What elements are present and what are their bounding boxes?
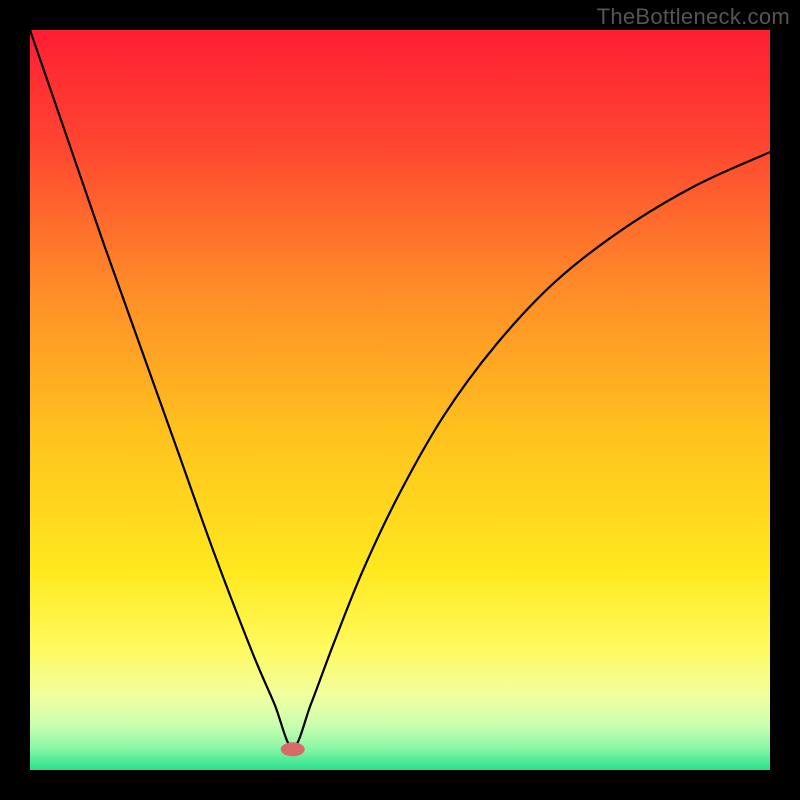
watermark-text: TheBottleneck.com xyxy=(597,4,790,30)
plot-area xyxy=(30,30,770,770)
marker-point xyxy=(281,742,305,756)
chart-svg xyxy=(30,30,770,770)
gradient-background xyxy=(30,30,770,770)
chart-frame: TheBottleneck.com xyxy=(0,0,800,800)
